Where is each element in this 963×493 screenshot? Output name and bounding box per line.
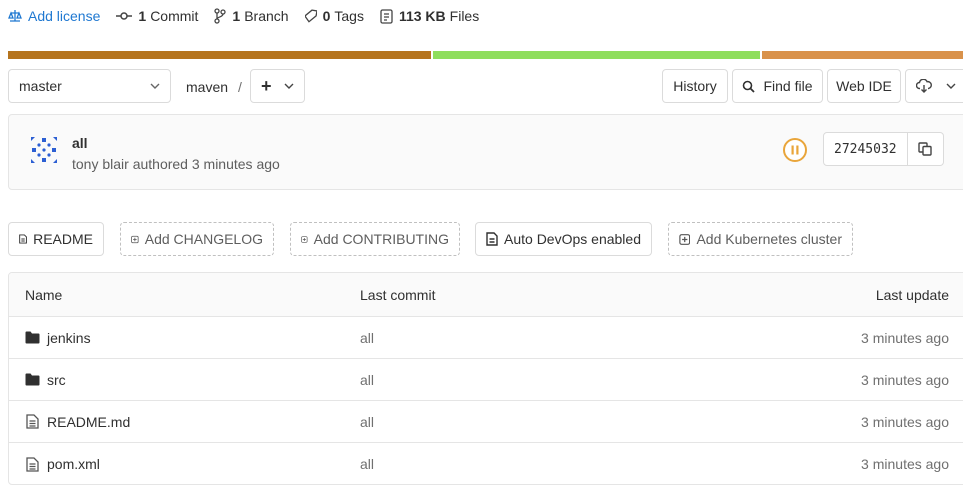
language-segment [762,51,963,59]
file-name[interactable]: pom.xml [47,456,100,472]
last-update-cell: 3 minutes ago [861,329,949,346]
last-commit-panel: all tony blair authored 3 minutes ago 27… [8,114,963,190]
commits-label: Commit [150,8,199,24]
file-name-cell[interactable]: src [25,359,66,400]
find-file-label: Find file [763,78,813,94]
header-last-update: Last update [875,286,949,303]
scale-icon [8,10,22,22]
files-icon [380,8,393,24]
commits-link[interactable]: 1 Commit [116,8,198,24]
header-last-commit: Last commit [360,286,436,303]
tag-icon [304,9,317,23]
files-size: 113 KB [398,8,446,24]
add-license-link[interactable]: Add license [8,8,100,24]
table-row[interactable]: src all 3 minutes ago [9,359,963,401]
commit-message-cell[interactable]: all [360,317,374,358]
readme-button[interactable]: README [8,222,104,256]
auto-devops-label: Auto DevOps enabled [504,231,641,247]
tags-count: 0 [322,8,331,24]
commit-message-cell[interactable]: all [360,443,374,484]
add-changelog-button[interactable]: Add CHANGELOG [120,222,274,256]
commit-message-cell[interactable]: all [360,401,374,442]
file-name-cell[interactable]: README.md [25,401,130,442]
commit-sha[interactable]: 27245032 [823,132,908,166]
chevron-down-icon [150,83,160,89]
table-row[interactable]: pom.xml all 3 minutes ago [9,443,963,484]
commit-sha-group: 27245032 [823,132,944,166]
doc-icon [486,232,498,246]
add-to-tree-dropdown[interactable]: + [250,69,305,103]
copy-icon [918,142,932,156]
table-row[interactable]: jenkins all 3 minutes ago [9,317,963,359]
plus-icon: + [261,75,272,96]
commit-author-meta: tony blair authored 3 minutes ago [72,156,280,172]
branches-count: 1 [232,8,241,24]
file-name[interactable]: README.md [47,414,130,430]
branches-label: Branch [244,8,289,24]
commits-count: 1 [138,8,147,24]
file-text-icon [26,456,39,472]
web-ide-label: Web IDE [836,78,892,94]
history-label: History [673,78,717,94]
cloud-download-icon [916,79,932,93]
add-license-label: Add license [28,8,101,24]
branches-link[interactable]: 1 Branch [214,8,289,24]
web-ide-button[interactable]: Web IDE [827,69,901,103]
file-name-cell[interactable]: jenkins [25,317,91,358]
table-header: Name Last commit Last update [9,273,963,317]
repository-languages-bar [8,51,963,59]
chevron-down-icon [284,83,294,89]
last-update-cell: 3 minutes ago [861,413,949,430]
plus-square-icon [131,235,139,243]
file-name[interactable]: src [47,372,66,388]
pipeline-paused-icon[interactable] [782,137,808,163]
file-tree-table: Name Last commit Last update jenkins all… [8,272,963,485]
add-kubernetes-label: Add Kubernetes cluster [696,231,842,247]
tags-label: Tags [334,8,364,24]
commit-icon [116,12,133,20]
file-name[interactable]: jenkins [47,330,91,346]
language-segment [433,51,760,59]
find-file-button[interactable]: Find file [732,69,823,103]
auto-devops-button[interactable]: Auto DevOps enabled [475,222,652,256]
language-segment [8,51,431,59]
commit-message-cell[interactable]: all [360,359,374,400]
branch-name: master [19,78,62,94]
files-link[interactable]: 113 KB Files [380,8,479,24]
plus-square-icon [679,233,691,245]
tags-link[interactable]: 0 Tags [304,8,364,24]
history-button[interactable]: History [662,69,728,103]
chevron-down-icon [946,83,956,89]
file-name-cell[interactable]: pom.xml [25,443,100,484]
download-dropdown[interactable] [905,69,963,103]
doc-icon [19,234,27,244]
branch-dropdown[interactable]: master [8,69,171,103]
header-name: Name [25,286,63,303]
breadcrumb-project[interactable]: maven [186,79,228,95]
table-row[interactable]: README.md all 3 minutes ago [9,401,963,443]
folder-icon [25,331,40,344]
breadcrumb-separator: / [238,79,242,95]
files-label: Files [449,8,480,24]
add-changelog-label: Add CHANGELOG [144,231,263,247]
avatar[interactable] [28,134,60,166]
branch-icon [214,8,227,24]
last-update-cell: 3 minutes ago [861,371,949,388]
add-contributing-button[interactable]: Add CONTRIBUTING [290,222,460,256]
copy-sha-button[interactable] [907,132,944,166]
project-stats: Add license 1 Commit 1 Branch 0 Tags 113… [8,6,495,26]
add-kubernetes-button[interactable]: Add Kubernetes cluster [668,222,853,256]
plus-square-icon [301,235,308,243]
commit-title[interactable]: all [72,135,88,151]
readme-label: README [33,231,93,247]
file-text-icon [26,414,39,429]
last-update-cell: 3 minutes ago [861,456,949,472]
folder-icon [25,373,40,386]
add-contributing-label: Add CONTRIBUTING [313,231,449,247]
search-icon [743,80,756,93]
